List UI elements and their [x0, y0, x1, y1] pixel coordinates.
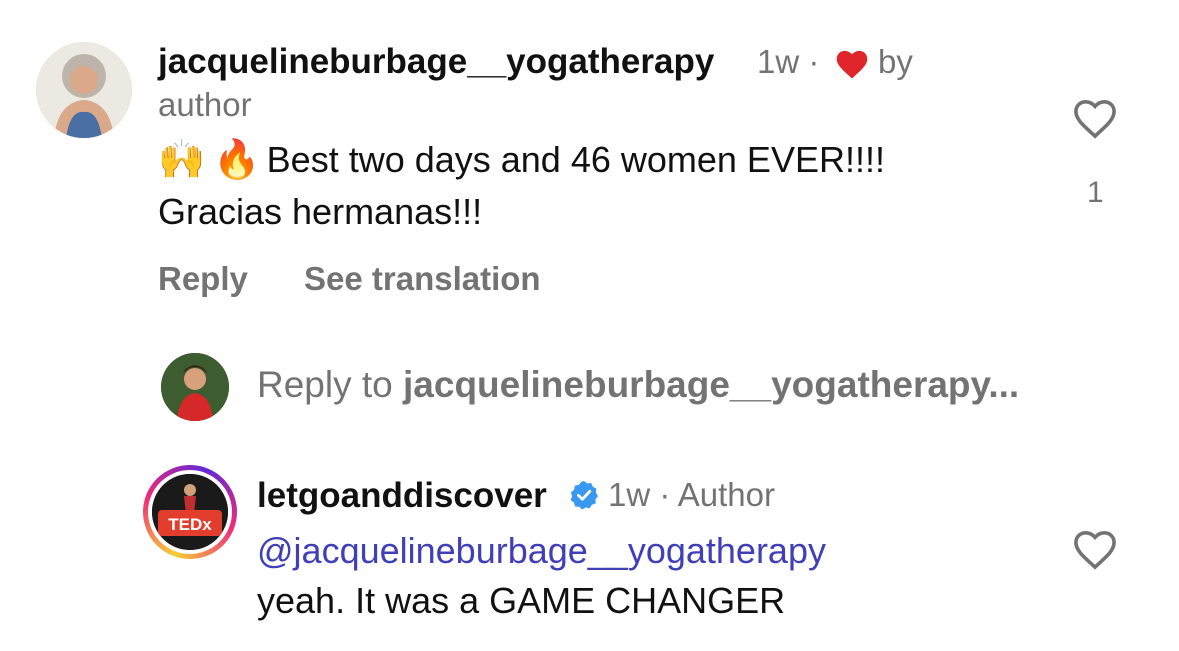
like-count: 1: [1087, 176, 1104, 209]
author-tag: Author: [677, 476, 775, 513]
see-translation-button[interactable]: See translation: [304, 260, 541, 298]
liked-by-author-label: author: [158, 86, 252, 123]
current-user-avatar: [161, 353, 229, 421]
time-label: 1w: [757, 43, 800, 80]
raised-hands-emoji-icon: 🙌: [158, 139, 206, 181]
reply-input-target: jacquelineburbage__yogatherapy...: [403, 364, 1020, 405]
reply-input-prefix: Reply to: [257, 364, 393, 405]
avatar-photo-icon: [161, 353, 229, 421]
comment-text: yeah. It was a GAME CHANGER: [257, 580, 786, 621]
separator-dot: ·: [808, 43, 820, 80]
reply-button[interactable]: Reply: [158, 260, 248, 298]
like-button-heart-icon[interactable]: [1072, 528, 1118, 570]
verified-badge-icon: [568, 479, 600, 511]
comment-meta: 1w · Author: [608, 476, 775, 514]
avatar-tedx-badge: TEDx: [168, 515, 212, 534]
fire-emoji-icon: 🔥: [213, 139, 261, 181]
comment-text: Best two days and 46 women EVER!!!!: [266, 139, 885, 180]
reply-input[interactable]: Reply to jacquelineburbage__yogatherapy.…: [257, 364, 1019, 406]
comment-username[interactable]: letgoanddiscover: [257, 476, 547, 516]
comment-text-line2: Gracias hermanas!!!: [158, 191, 483, 232]
liked-by-author-heart-icon: [834, 48, 870, 80]
comment-time: 1w ·: [757, 43, 819, 81]
liked-by-label: by: [878, 43, 913, 80]
comment-text-line1: 🙌 🔥 Best two days and 46 women EVER!!!!: [158, 134, 885, 186]
separator-dot: ·: [659, 476, 671, 513]
avatar-photo-icon: [152, 474, 228, 550]
avatar-letgoanddiscover-story-ring[interactable]: TEDx: [143, 465, 237, 559]
avatar-jacqueline[interactable]: [36, 42, 132, 138]
comment-username[interactable]: jacquelineburbage__yogatherapy: [158, 42, 714, 82]
time-label: 1w: [608, 476, 651, 513]
mention-link[interactable]: @jacquelineburbage__yogatherapy: [257, 525, 826, 577]
like-button-heart-icon[interactable]: [1072, 97, 1118, 139]
avatar-photo-icon: [36, 42, 132, 138]
